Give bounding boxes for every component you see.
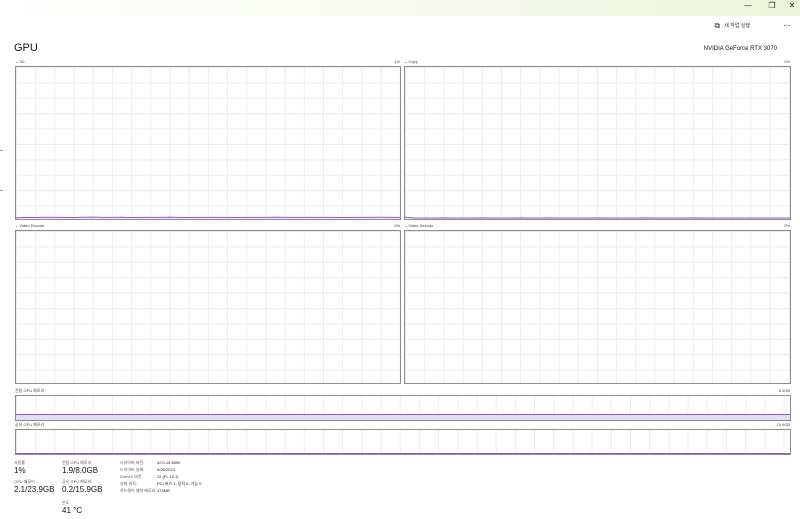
shared-memory-line bbox=[16, 453, 790, 454]
engine-label: Video Encode bbox=[19, 223, 45, 228]
engine-label: Video Decode bbox=[408, 223, 434, 228]
engine-chart-video-encode bbox=[15, 230, 401, 384]
engine-max-label: 0% bbox=[394, 223, 400, 228]
dedicated-memory-value: 1.9/8.0GB bbox=[62, 466, 99, 475]
utilization-value: 1% bbox=[14, 466, 26, 475]
nav-edge-mark bbox=[0, 150, 3, 151]
dedicated-memory-line bbox=[16, 414, 790, 415]
run-task-icon: ⧉ bbox=[714, 21, 721, 30]
driver-date-label: 드라이버 날짜: bbox=[120, 467, 145, 472]
dedicated-memory-label: 전용 GPU 메모리 bbox=[62, 460, 92, 465]
physical-location-label: 실제 위치: bbox=[120, 481, 137, 486]
dedicated-memory-max-label: 8.0GB bbox=[778, 388, 790, 393]
gpu-memory-label: GPU 메모리 bbox=[14, 479, 35, 484]
gpu-device-name: NVIDIA GeForce RTX 3070 bbox=[703, 46, 777, 52]
driver-version-value: 32.0.15.6590 bbox=[157, 460, 181, 465]
engine-selector-copy[interactable]: ⌄Copy bbox=[404, 59, 418, 65]
engine-chart-svg bbox=[405, 231, 790, 383]
nav-edge-mark bbox=[0, 190, 3, 191]
shared-memory-chart bbox=[15, 429, 791, 455]
hardware-reserved-memory-value: 174MB bbox=[157, 488, 170, 493]
engine-chart-copy bbox=[404, 66, 791, 220]
engine-max-label: 0% bbox=[784, 59, 790, 64]
run-new-task-label: 새 작업 실행 bbox=[724, 23, 750, 29]
close-button[interactable]: ✕ bbox=[782, 0, 800, 16]
directx-version-value: 12 (FL 12.1) bbox=[157, 474, 179, 479]
maximize-button[interactable]: ❐ bbox=[762, 0, 782, 16]
directx-version-label: DirectX 버전: bbox=[120, 474, 143, 479]
engine-selector-video-decode[interactable]: ⌄Video Decode bbox=[404, 223, 433, 229]
temperature-label: 온도 bbox=[62, 500, 70, 505]
shared-memory-label: 공유 GPU 메모리 bbox=[62, 479, 92, 484]
utilization-label: 사용률 bbox=[14, 460, 26, 465]
shared-memory-value: 0.2/15.9GB bbox=[62, 485, 103, 494]
chevron-down-icon: ⌄ bbox=[15, 59, 19, 64]
engine-max-label: 1% bbox=[394, 59, 400, 64]
engine-chart-svg bbox=[405, 216, 790, 219]
engine-chart-svg bbox=[16, 216, 400, 219]
engine-chart-svg bbox=[16, 231, 400, 383]
title-bar: — ❐ ✕ bbox=[0, 0, 800, 16]
engine-chart-video-decode bbox=[404, 230, 791, 384]
dedicated-memory-chart-label: 전용 GPU 메모리 bbox=[15, 388, 45, 393]
engine-usage-line bbox=[405, 216, 790, 219]
shared-memory-chart-label: 공유 GPU 메모리 bbox=[15, 422, 45, 427]
shared-memory-max-label: 15.9GB bbox=[776, 422, 790, 427]
chevron-down-icon: ⌄ bbox=[15, 223, 19, 228]
hardware-reserved-memory-label: 하드웨어 예약 메모리: bbox=[120, 488, 157, 493]
driver-version-label: 드라이버 버전: bbox=[120, 460, 145, 465]
engine-label: 3D bbox=[19, 59, 25, 64]
engine-selector-video-encode[interactable]: ⌄Video Encode bbox=[15, 223, 44, 229]
chevron-down-icon: ⌄ bbox=[404, 223, 408, 228]
engine-selector-3d[interactable]: ⌄3D bbox=[15, 59, 24, 65]
temperature-value: 41 °C bbox=[62, 506, 83, 515]
chevron-down-icon: ⌄ bbox=[404, 59, 408, 64]
toolbar: ⧉ 새 작업 실행 ⋯ bbox=[0, 16, 800, 36]
physical-location-value: PCI 버스 1, 장치 0, 기능 0 bbox=[157, 481, 202, 486]
engine-label: Copy bbox=[408, 59, 418, 64]
engine-max-label: 0% bbox=[784, 223, 790, 228]
engine-usage-line bbox=[16, 216, 400, 219]
dedicated-memory-chart bbox=[15, 395, 791, 421]
run-new-task-button[interactable]: ⧉ 새 작업 실행 bbox=[715, 19, 751, 33]
page-title: GPU bbox=[14, 42, 38, 54]
driver-date-value: 9/26/2024 bbox=[157, 467, 175, 472]
gpu-memory-value: 2.1/23.9GB bbox=[14, 485, 55, 494]
engine-chart-3d bbox=[15, 66, 401, 220]
minimize-button[interactable]: — bbox=[738, 0, 758, 16]
more-options-button[interactable]: ⋯ bbox=[780, 19, 794, 33]
